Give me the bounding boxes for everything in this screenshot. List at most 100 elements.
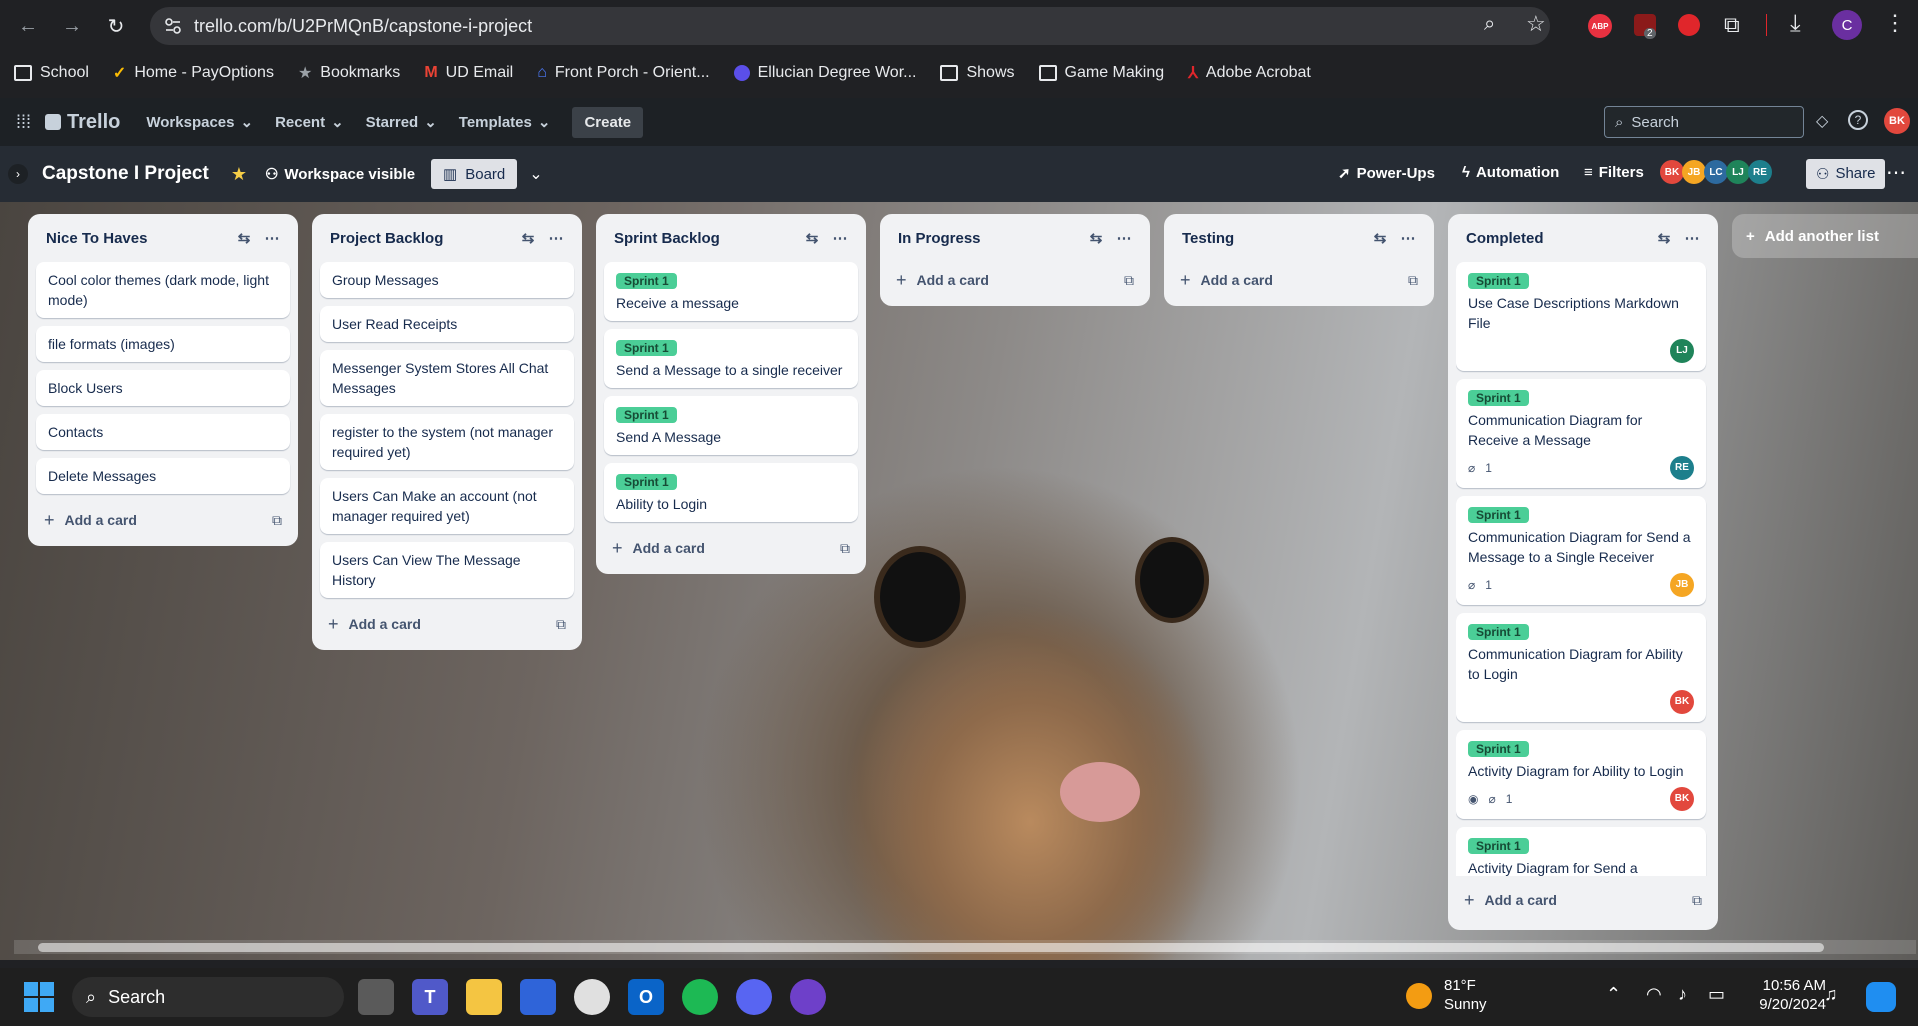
card[interactable]: Users Can Make an account (not manager r… [320, 478, 574, 534]
list-title[interactable]: Testing [1182, 230, 1366, 247]
card[interactable]: User Read Receipts [320, 306, 574, 342]
star-bookmark-icon[interactable]: ☆ [1526, 11, 1546, 37]
member-avatar[interactable]: RE [1748, 160, 1772, 184]
chevron-up-icon[interactable]: ⌃ [1606, 984, 1621, 1005]
views-chevron-icon[interactable]: ⌄ [529, 164, 542, 184]
card-label[interactable]: Sprint 1 [1468, 507, 1529, 523]
card-label[interactable]: Sprint 1 [616, 407, 677, 423]
help-icon[interactable]: ? [1848, 110, 1868, 130]
automation-button[interactable]: ϟ Automation [1462, 164, 1559, 181]
card[interactable]: Cool color themes (dark mode, light mode… [36, 262, 290, 318]
add-card-button[interactable]: + Add a card ⧉ [320, 606, 574, 642]
card-label[interactable]: Sprint 1 [616, 474, 677, 490]
extensions-puzzle-icon[interactable]: ⧉ [1724, 12, 1740, 38]
bookmark-ud-email[interactable]: M UD Email [424, 64, 513, 82]
trello-logo[interactable]: Trello [45, 111, 120, 134]
card[interactable]: Sprint 1 Ability to Login [604, 463, 858, 522]
user-avatar[interactable]: BK [1884, 108, 1910, 134]
card-label[interactable]: Sprint 1 [1468, 624, 1529, 640]
list-menu-icon[interactable]: ⋯ [1678, 229, 1706, 247]
bookmark-game-making[interactable]: Game Making [1038, 64, 1164, 82]
card[interactable]: file formats (images) [36, 326, 290, 362]
bookmark-adobe-acrobat[interactable]: ⅄ Adobe Acrobat [1188, 63, 1311, 83]
card-label[interactable]: Sprint 1 [1468, 838, 1529, 854]
download-icon[interactable]: ⤓ [1790, 10, 1801, 38]
weather-sun-icon[interactable] [1406, 983, 1432, 1009]
share-button[interactable]: ⚇ Share [1806, 159, 1886, 189]
bookmark-payoptions[interactable]: ✓ Home - PayOptions [113, 63, 274, 83]
wifi-icon[interactable]: ◠ [1646, 984, 1662, 1005]
scrollbar-thumb[interactable] [38, 943, 1824, 952]
card-label[interactable]: Sprint 1 [616, 273, 677, 289]
list-menu-icon[interactable]: ⋯ [826, 229, 854, 247]
card[interactable]: Sprint 1 Send A Message [604, 396, 858, 455]
collapse-icon[interactable]: ⇆ [798, 229, 826, 247]
card[interactable]: Sprint 1 Receive a message [604, 262, 858, 321]
list-menu-icon[interactable]: ⋯ [258, 229, 286, 247]
collapse-icon[interactable]: ⇆ [514, 229, 542, 247]
card-label[interactable]: Sprint 1 [616, 340, 677, 356]
member-avatar[interactable]: LJ [1726, 160, 1750, 184]
card[interactable]: Sprint 1Activity Diagram for Send a Mess… [1456, 827, 1706, 876]
template-icon[interactable]: ⧉ [272, 512, 282, 529]
card[interactable]: Messenger System Stores All Chat Message… [320, 350, 574, 406]
outlook-icon[interactable]: O [628, 979, 664, 1015]
search-input[interactable]: ⌕ Search [1604, 106, 1804, 138]
collapse-icon[interactable]: ⇆ [230, 229, 258, 247]
card[interactable]: Sprint 1 Send a Message to a single recei… [604, 329, 858, 388]
template-icon[interactable]: ⧉ [1692, 892, 1702, 909]
teams-icon[interactable]: T [412, 979, 448, 1015]
github-icon[interactable] [790, 979, 826, 1015]
weather-widget[interactable]: 81°F Sunny [1444, 976, 1487, 1014]
collapse-icon[interactable]: ⇆ [1082, 229, 1110, 247]
app-switcher-icon[interactable]: ⁞⁞⁞ [16, 112, 31, 133]
menu-kebab-icon[interactable]: ⋮ [1884, 10, 1906, 36]
windows-start-icon[interactable] [24, 982, 54, 1012]
board-menu-icon[interactable]: ⋯ [1886, 160, 1906, 185]
card[interactable]: Delete Messages [36, 458, 290, 494]
create-button[interactable]: Create [572, 106, 644, 138]
card-member-avatar[interactable]: BK [1670, 690, 1694, 714]
template-icon[interactable]: ⧉ [556, 616, 566, 633]
adblock-icon[interactable]: ABP [1588, 14, 1612, 38]
back-icon[interactable]: ← [14, 12, 42, 40]
volume-icon[interactable]: ♪ [1678, 984, 1687, 1005]
list-title[interactable]: Sprint Backlog [614, 230, 798, 247]
profile-avatar[interactable]: C [1832, 10, 1862, 40]
menu-recent[interactable]: Recent ⌄ [275, 113, 344, 132]
forward-icon[interactable]: → [58, 12, 86, 40]
site-info-icon[interactable] [164, 17, 182, 35]
menu-templates[interactable]: Templates ⌄ [459, 113, 551, 132]
template-icon[interactable]: ⧉ [840, 540, 850, 557]
list-title[interactable]: Project Backlog [330, 230, 514, 247]
bookmark-shows[interactable]: Shows [940, 64, 1015, 82]
card[interactable]: Sprint 1 Activity Diagram for Ability to … [1456, 730, 1706, 819]
card[interactable]: register to the system (not manager requ… [320, 414, 574, 470]
template-icon[interactable]: ⧉ [1408, 272, 1418, 289]
chrome-icon[interactable] [574, 979, 610, 1015]
file-explorer-icon[interactable] [466, 979, 502, 1015]
extension-red-icon[interactable] [1678, 14, 1700, 36]
spotify-icon[interactable] [682, 979, 718, 1015]
add-card-button[interactable]: + Add a card ⧉ [1456, 882, 1710, 918]
list-menu-icon[interactable]: ⋯ [542, 229, 570, 247]
task-view-icon[interactable] [358, 979, 394, 1015]
bookmark-school[interactable]: School [14, 64, 89, 82]
visibility-button[interactable]: ⚇ Workspace visible [265, 165, 415, 184]
member-avatar[interactable]: LC [1704, 160, 1728, 184]
card-member-avatar[interactable]: BK [1670, 787, 1694, 811]
add-card-button[interactable]: + Add a card ⧉ [1172, 262, 1426, 298]
template-icon[interactable]: ⧉ [1124, 272, 1134, 289]
member-avatar[interactable]: BK [1660, 160, 1684, 184]
bookmark-ellucian[interactable]: Ellucian Degree Wor... [733, 64, 916, 82]
card[interactable]: Group Messages [320, 262, 574, 298]
list-title[interactable]: Completed [1466, 230, 1650, 247]
add-card-button[interactable]: + Add a card ⧉ [604, 530, 858, 566]
card-member-avatar[interactable]: JB [1670, 573, 1694, 597]
app-icon[interactable] [520, 979, 556, 1015]
list-menu-icon[interactable]: ⋯ [1110, 229, 1138, 247]
sidebar-toggle-icon[interactable]: › [8, 164, 28, 184]
card-member-avatar[interactable]: RE [1670, 456, 1694, 480]
list-title[interactable]: In Progress [898, 230, 1082, 247]
card-member-avatar[interactable]: LJ [1670, 339, 1694, 363]
